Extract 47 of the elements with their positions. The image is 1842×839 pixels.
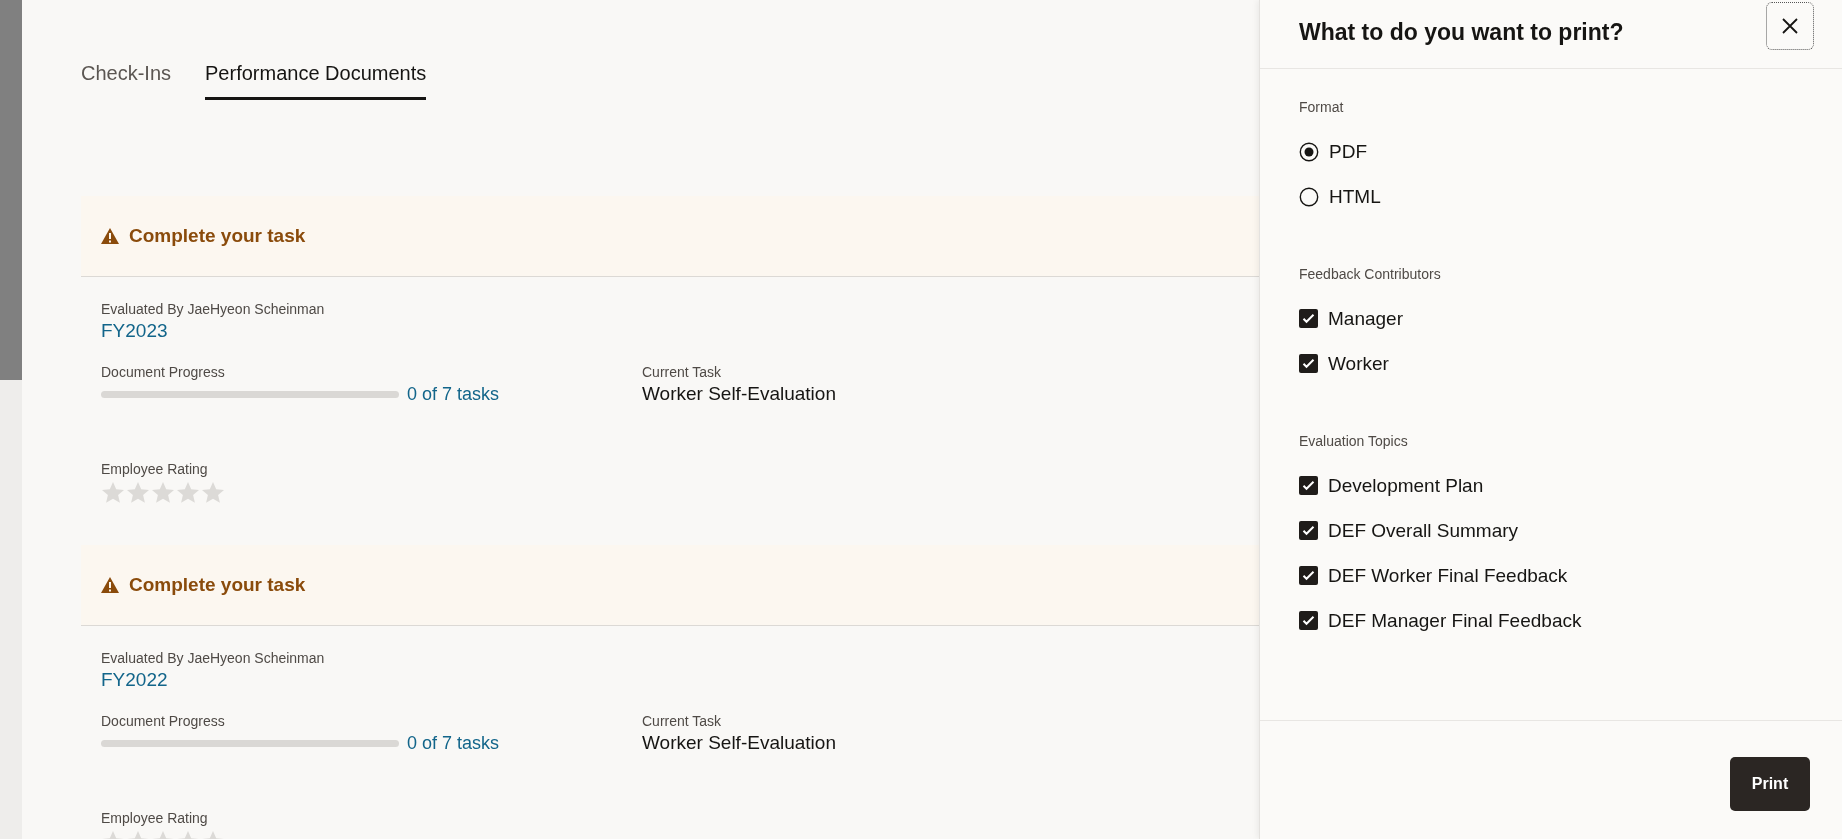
field-value: Worker Self-Evaluation xyxy=(642,732,837,754)
checkbox[interactable] xyxy=(1299,476,1318,495)
field-label: Document Progress xyxy=(101,713,226,729)
checkbox[interactable] xyxy=(1299,521,1318,540)
tab[interactable]: Performance Documents xyxy=(205,52,427,100)
print-button[interactable]: Print xyxy=(1730,757,1810,811)
option-label: DEF Manager Final Feedback xyxy=(1328,609,1582,632)
tab[interactable]: Check-Ins xyxy=(81,52,172,100)
field-value: Worker Self-Evaluation xyxy=(642,383,837,405)
evaluator-label: Evaluated By JaeHyeon Scheinman xyxy=(101,650,326,666)
star-icon xyxy=(126,481,150,505)
close-icon xyxy=(1782,18,1798,34)
option-label: HTML xyxy=(1329,185,1381,208)
evaluator-label: Evaluated By JaeHyeon Scheinman xyxy=(101,301,326,317)
section-label: Format xyxy=(1299,99,1345,115)
warning-icon xyxy=(101,228,119,244)
option-label: PDF xyxy=(1329,140,1367,163)
star-icon xyxy=(151,481,175,505)
checkbox[interactable] xyxy=(1299,611,1318,630)
panel-title: What to do you want to print? xyxy=(1299,19,1624,46)
progress-link[interactable]: 0 of 7 tasks xyxy=(407,733,500,754)
option-label: Worker xyxy=(1328,352,1389,375)
option-label: Development Plan xyxy=(1328,474,1484,497)
field-label: Employee Rating xyxy=(101,810,209,826)
section-label: Feedback Contributors xyxy=(1299,266,1442,282)
document-link[interactable]: FY2023 xyxy=(101,320,168,342)
option-label: Manager xyxy=(1328,307,1403,330)
star-icon xyxy=(201,481,225,505)
field-label: Current Task xyxy=(642,364,723,380)
warning-icon xyxy=(101,577,119,593)
field-label: Employee Rating xyxy=(101,461,209,477)
star-icon xyxy=(101,481,125,505)
section-label: Evaluation Topics xyxy=(1299,433,1409,449)
checkbox[interactable] xyxy=(1299,566,1318,585)
progress-link[interactable]: 0 of 7 tasks xyxy=(407,384,500,405)
checkbox[interactable] xyxy=(1299,309,1318,328)
field-label: Document Progress xyxy=(101,364,226,380)
checkbox[interactable] xyxy=(1299,354,1318,373)
star-icon xyxy=(176,481,200,505)
document-link[interactable]: FY2022 xyxy=(101,669,168,691)
field-label: Current Task xyxy=(642,713,723,729)
radio-button[interactable] xyxy=(1299,141,1319,162)
alert-title: Complete your task xyxy=(129,574,306,596)
option-label: DEF Overall Summary xyxy=(1328,519,1519,542)
alert-title: Complete your task xyxy=(129,225,306,247)
radio-button[interactable] xyxy=(1299,186,1319,207)
option-label: DEF Worker Final Feedback xyxy=(1328,564,1568,587)
